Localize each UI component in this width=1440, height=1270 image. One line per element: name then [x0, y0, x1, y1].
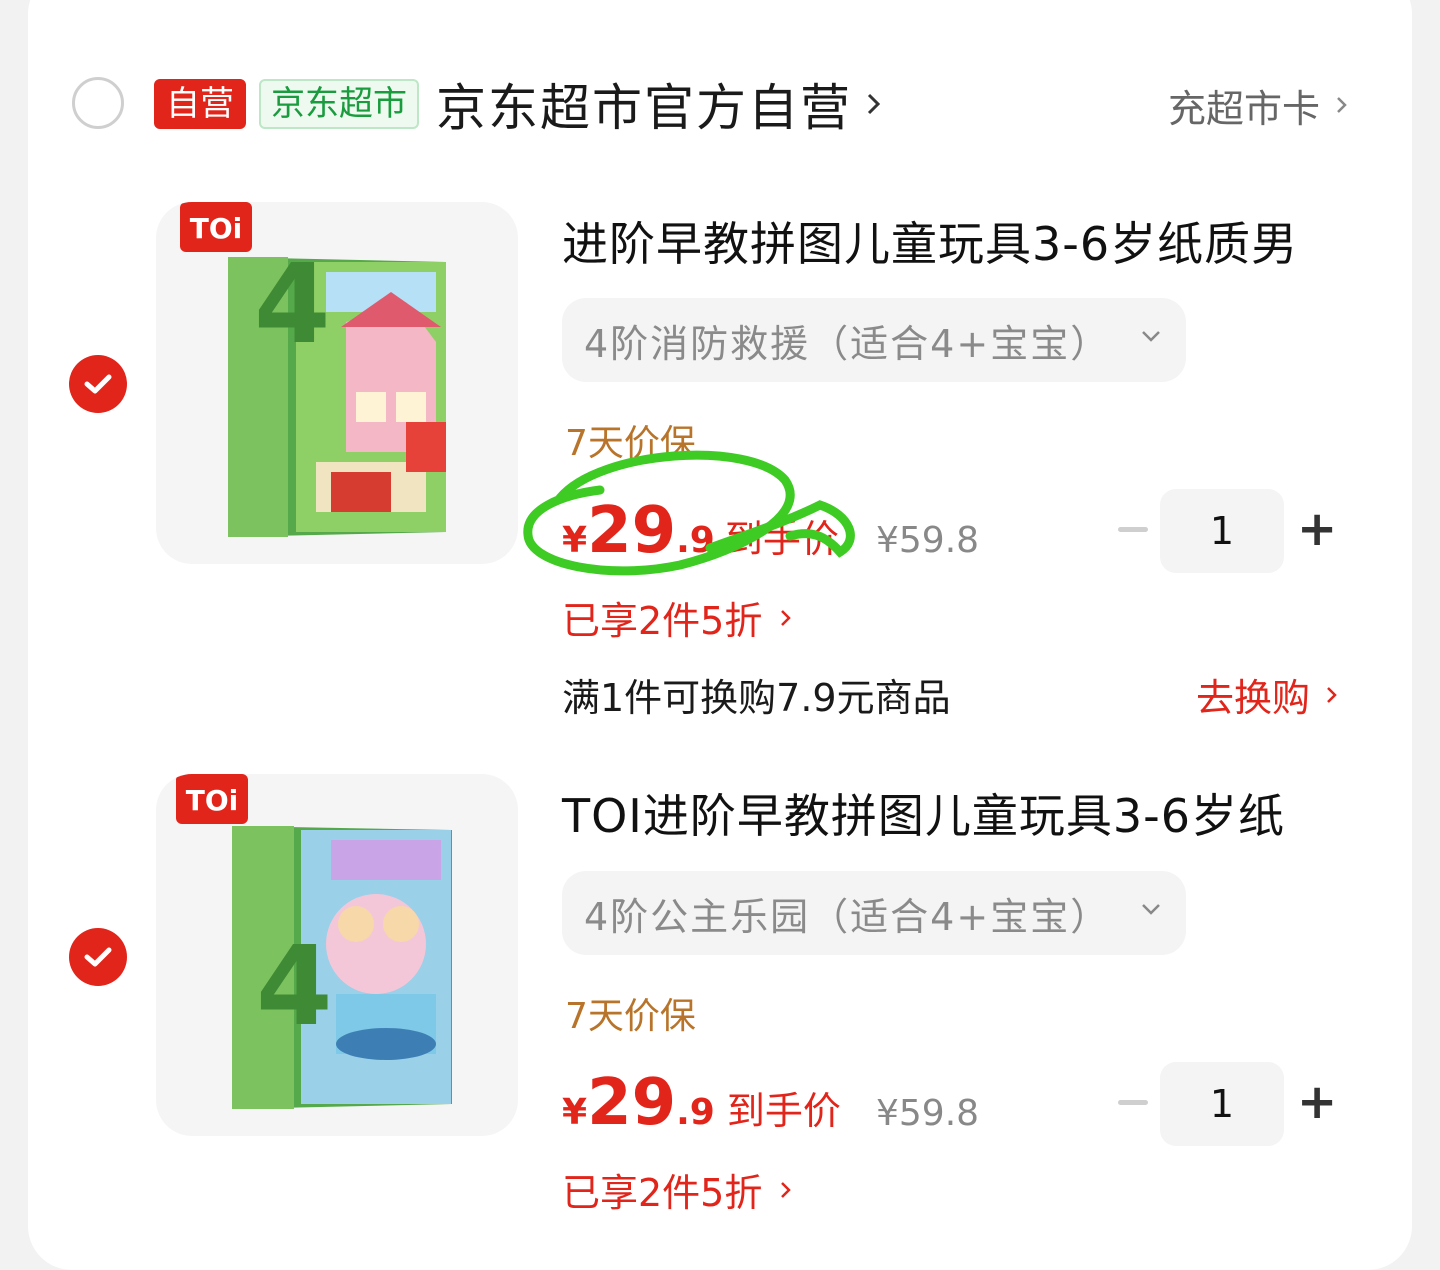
recharge-card-link[interactable]: 充超市卡: [1168, 80, 1350, 131]
chevron-right-icon: [781, 609, 792, 626]
exchange-offer-text: 满1件可换购7.9元商品: [562, 676, 951, 720]
product-image[interactable]: TOi 4: [156, 202, 518, 564]
plus-icon[interactable]: +: [1297, 505, 1337, 553]
shop-select-checkbox[interactable]: [72, 77, 124, 129]
chevron-right-icon: [867, 93, 881, 115]
spec-label: 4阶公主乐园（适合4+宝宝）: [584, 894, 1111, 939]
exchange-link[interactable]: 去换购: [1196, 667, 1340, 722]
minus-icon[interactable]: [1118, 527, 1148, 532]
price-integer: 29: [587, 1066, 677, 1140]
check-icon: [84, 374, 112, 394]
svg-text:4: 4: [256, 922, 333, 1050]
svg-text:TOi: TOi: [190, 212, 243, 245]
jd-supermarket-badge: 京东超市: [259, 79, 419, 129]
hand-drawn-circle-annotation: [523, 450, 855, 576]
promo-link[interactable]: 已享2件5折: [562, 1162, 794, 1217]
price-label: 到手价: [726, 1089, 841, 1133]
recharge-card-label: 充超市卡: [1168, 86, 1321, 131]
quantity-field[interactable]: 1: [1160, 489, 1284, 573]
product-title[interactable]: 进阶早教拼图儿童玩具3-6岁纸质男: [562, 208, 1298, 274]
price-guarantee-label: 7天价保: [565, 996, 696, 1037]
promo-label: 已享2件5折: [562, 599, 763, 643]
price-symbol: ¥: [562, 1092, 588, 1133]
exchange-link-label: 去换购: [1196, 676, 1311, 720]
shop-link[interactable]: 京东超市官方自营: [436, 72, 884, 137]
original-price: ¥59.8: [876, 1093, 980, 1134]
item-2-checkbox[interactable]: [69, 928, 127, 986]
original-price: ¥59.8: [876, 520, 980, 561]
product-title[interactable]: TOI进阶早教拼图儿童玩具3-6岁纸: [562, 780, 1285, 846]
price-decimal: .9: [676, 1092, 715, 1133]
plus-icon[interactable]: +: [1297, 1078, 1337, 1126]
chevron-right-icon: [781, 1181, 792, 1198]
minus-icon[interactable]: [1118, 1100, 1148, 1105]
chevron-right-icon: [1337, 97, 1347, 113]
price-row: ¥ 29 .9 到手价: [562, 1066, 841, 1146]
svg-text:4: 4: [254, 240, 331, 368]
spec-selector[interactable]: 4阶公主乐园（适合4+宝宝）: [562, 871, 1186, 955]
chevron-down-icon: [1142, 331, 1160, 342]
spec-selector[interactable]: 4阶消防救援（适合4+宝宝）: [562, 298, 1186, 382]
chevron-down-icon: [1142, 904, 1160, 915]
spec-label: 4阶消防救援（适合4+宝宝）: [584, 321, 1111, 366]
puzzle-box-illustration: TOi 4: [176, 774, 452, 1109]
self-operated-badge: 自营: [154, 79, 246, 129]
promo-label: 已享2件5折: [562, 1171, 763, 1215]
shop-name: 京东超市官方自营: [436, 79, 852, 137]
promo-link[interactable]: 已享2件5折: [562, 590, 794, 645]
item-1-checkbox[interactable]: [69, 355, 127, 413]
product-image[interactable]: TOi 4: [156, 774, 518, 1136]
chevron-right-icon: [1327, 686, 1337, 703]
svg-text:TOi: TOi: [186, 784, 239, 817]
puzzle-box-illustration: TOi 4: [180, 202, 446, 537]
quantity-field[interactable]: 1: [1160, 1062, 1284, 1146]
check-icon: [84, 947, 112, 967]
